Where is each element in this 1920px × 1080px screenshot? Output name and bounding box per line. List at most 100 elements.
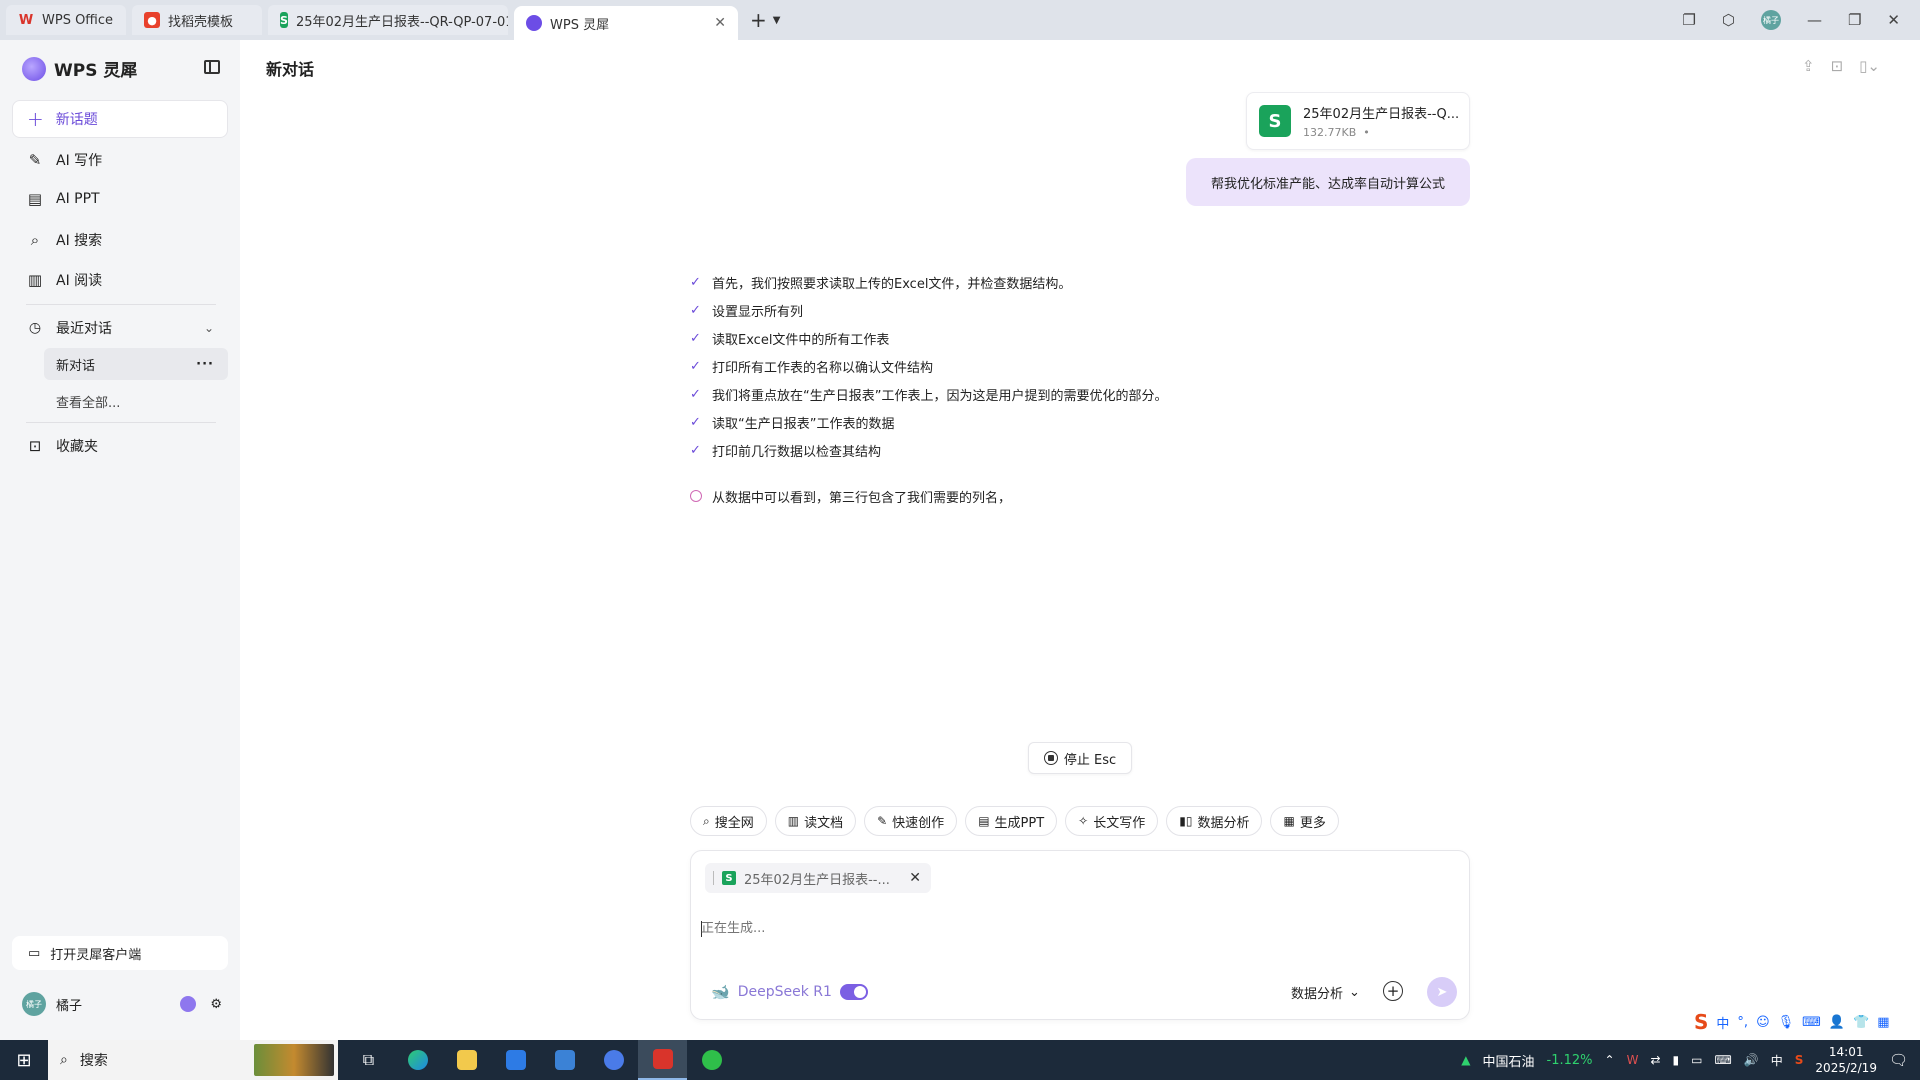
sidebar-item-label: AI 搜索 [56,233,103,249]
chevron-down-icon[interactable]: ▼ [773,15,781,26]
signal-icon[interactable]: ▮ [1673,1053,1680,1067]
brand[interactable]: WPS 灵犀 [22,56,137,81]
window-controls: ❐ ⬡ 橘子 — ❐ ✕ [1682,10,1920,30]
bookmark-icon[interactable]: ⊡ [1831,57,1844,75]
bookmark-icon: ⊡ [28,437,42,455]
chevron-up-icon[interactable]: ⌃ [1605,1053,1615,1067]
close-icon[interactable]: ✕ [714,15,726,31]
sogou-logo-icon[interactable]: S [1694,1010,1708,1034]
keyboard-icon[interactable]: ⌨ [1802,1015,1821,1030]
new-tab-icon[interactable]: + [750,8,767,32]
mode-select[interactable]: 数据分析 ⌄ [1291,983,1360,1002]
time: 14:01 [1828,1045,1864,1059]
export-icon[interactable]: ▯⌄ [1859,57,1880,75]
shirt-icon[interactable]: 👕 [1853,1015,1869,1030]
recent-item-label: 新对话 [56,358,96,374]
add-circle-icon[interactable]: + [1383,981,1403,1001]
recent-conversations-toggle[interactable]: ◷ 最近对话 ⌄ [26,318,214,338]
wps-tray-icon[interactable]: W [1627,1053,1639,1067]
storage-icon[interactable]: ▭ [1691,1053,1702,1067]
taskbar: ⊞ ⌕ 搜索 ⧉ ▲ 中国石油 -1.12% ⌃ W ⇄ ▮ ▭ ⌨ 🔊 中 S… [0,1040,1920,1080]
sync-icon[interactable]: ⇄ [1650,1053,1660,1067]
divider [26,304,216,305]
sidebar-item-ai-writing[interactable]: ✎ AI 写作 [26,150,102,170]
microphone-icon[interactable]: 🎙 [1778,1015,1795,1030]
window-icon[interactable]: ❐ [1682,11,1695,29]
new-topic-label: 新话题 [55,112,98,128]
tool-quick-create[interactable]: ✎ 快速创作 [864,806,958,836]
new-topic-button[interactable]: + 新话题 [12,100,228,138]
message-input[interactable] [701,917,1301,939]
membership-icon[interactable] [180,996,197,1012]
notification-icon[interactable]: 🗨 [1889,1051,1908,1069]
tab-lingxi[interactable]: WPS 灵犀 ✕ [514,6,738,40]
spreadsheet-icon: S [1259,105,1291,137]
minimize-icon[interactable]: — [1807,11,1822,29]
sidebar-item-ai-search[interactable]: ⌕ AI 搜索 [26,230,102,250]
task-view-icon[interactable]: ⧉ [344,1040,393,1080]
clock[interactable]: 14:01 2025/2/19 [1815,1044,1877,1076]
windows-start-icon[interactable]: ⊞ [0,1050,48,1071]
wps-taskbar-icon[interactable] [638,1040,687,1080]
tray-lang[interactable]: 中 [1771,1052,1783,1069]
check-icon: ✓ [690,303,701,318]
deepseek-toggle[interactable] [839,984,868,1000]
attachment-chip[interactable]: S 25年02月生产日报表--... ✕ [705,863,931,893]
user-row: 橘子 橘子 ⚙ [22,992,222,1016]
volume-icon[interactable]: 🔊 [1744,1053,1759,1067]
sidebar-item-label: AI PPT [56,191,100,207]
tool-read-doc[interactable]: ▥ 读文档 [774,806,857,836]
share-icon[interactable]: ⇪ [1802,57,1815,75]
sidebar-item-ai-ppt[interactable]: ▤ AI PPT [26,190,100,208]
uploaded-file-card[interactable]: S 25年02月生产日报表--Q... 132.77KB • [1246,92,1470,150]
network-icon[interactable]: ⌨ [1714,1053,1731,1067]
tool-search-web[interactable]: ⌕ 搜全网 [690,806,767,836]
close-icon[interactable]: ✕ [909,870,921,886]
sogou-tray-icon[interactable]: S [1795,1053,1804,1067]
see-all-link[interactable]: 查看全部... [56,392,120,411]
edge-browser-icon[interactable] [393,1040,442,1080]
stock-name[interactable]: 中国石油 [1483,1051,1535,1070]
tab-spreadsheet[interactable]: S 25年02月生产日报表--QR-QP-07-01 [268,5,508,35]
tab-wps-office[interactable]: W WPS Office [6,5,126,35]
user-icon[interactable]: 👤 [1829,1015,1845,1030]
avatar[interactable]: 橘子 [1760,10,1781,30]
step-text: 从数据中可以看到，第三行包含了我们需要的列名， [712,490,1012,506]
taskbar-search[interactable]: ⌕ 搜索 [48,1040,338,1080]
sidebar-item-ai-reading[interactable]: ▥ AI 阅读 [26,270,102,290]
chrome-icon[interactable] [589,1040,638,1080]
lingxi-logo-icon [526,15,542,31]
tool-generate-ppt[interactable]: ▤ 生成PPT [965,806,1058,836]
step-text: 打印所有工作表的名称以确认文件结构 [712,360,934,376]
step-text: 设置显示所有列 [712,304,804,320]
recent-item-new-conversation[interactable]: 新对话 ··· [44,348,228,380]
avatar[interactable]: 橘子 [22,992,46,1016]
stop-button[interactable]: 停止 Esc [1028,742,1132,774]
wechat-icon[interactable] [687,1040,736,1080]
tool-more[interactable]: ▦ 更多 [1270,806,1339,836]
tool-long-writing[interactable]: ✧ 长文写作 [1065,806,1159,836]
restore-icon[interactable]: ❐ [1848,11,1861,29]
clock-icon: ◷ [28,320,42,336]
recent-label: 最近对话 [56,321,112,337]
close-window-icon[interactable]: ✕ [1887,11,1900,29]
search-icon: ⌕ [30,231,40,249]
ime-lang[interactable]: 中 [1716,1013,1729,1032]
mail-icon[interactable] [540,1040,589,1080]
emoji-icon[interactable]: ☺ [1756,1015,1770,1030]
deepseek-toggle-row: 🐋 DeepSeek R1 [711,983,868,1001]
send-button[interactable]: ➤ [1427,977,1457,1007]
grid-icon[interactable]: ▦ [1877,1015,1889,1030]
spreadsheet-icon: S [280,12,288,28]
sidebar-item-favorites[interactable]: ⊡ 收藏夹 [26,436,98,456]
punctuation-icon[interactable]: °, [1737,1015,1748,1030]
cube-icon[interactable]: ⬡ [1722,11,1735,29]
gear-icon[interactable]: ⚙ [210,997,222,1012]
tool-data-analysis[interactable]: ▮▯ 数据分析 [1166,806,1263,836]
sidebar-collapse-icon[interactable] [204,60,220,74]
store-icon[interactable] [491,1040,540,1080]
more-icon[interactable]: ··· [196,357,214,372]
tab-docer[interactable]: ● 找稻壳模板 [132,5,262,35]
file-explorer-icon[interactable] [442,1040,491,1080]
open-client-button[interactable]: ▭ 打开灵犀客户端 [12,936,228,970]
